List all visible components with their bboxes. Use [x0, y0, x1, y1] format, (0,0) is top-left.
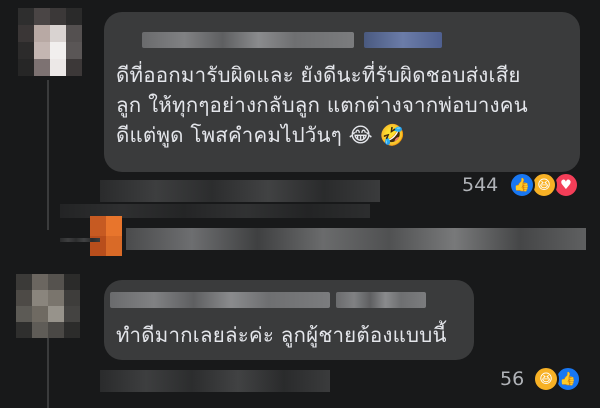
comment-text: ทำดีมากเลยล่ะค่ะ ลูกผู้ชายต้องแบบนี้	[116, 323, 447, 347]
author-name-suffix	[364, 32, 442, 48]
author-name[interactable]	[110, 292, 330, 308]
reaction-count[interactable]: 544	[462, 174, 498, 196]
thread-line	[47, 328, 49, 408]
reply-preview[interactable]	[126, 228, 586, 250]
like-icon: 👍	[509, 172, 535, 198]
author-name-suffix	[336, 292, 426, 308]
thread-line	[47, 80, 49, 230]
author-name[interactable]	[142, 32, 354, 48]
reply-avatar[interactable]	[90, 216, 122, 256]
comment-bubble: ทำดีมากเลยล่ะค่ะ ลูกผู้ชายต้องแบบนี้	[104, 280, 474, 360]
comment-text: ดีที่ออกมารับผิดและ ยังดีนะที่รับผิดชอบส…	[116, 63, 528, 147]
reaction-count[interactable]: 56	[500, 368, 524, 390]
avatar[interactable]	[18, 8, 82, 76]
comment-actions[interactable]	[100, 370, 330, 392]
divider	[60, 238, 100, 242]
comment-actions[interactable]	[100, 180, 380, 202]
comment-bubble: ดีที่ออกมารับผิดและ ยังดีนะที่รับผิดชอบส…	[104, 12, 580, 172]
haha-icon: 😆	[533, 366, 559, 392]
avatar[interactable]	[16, 274, 80, 338]
